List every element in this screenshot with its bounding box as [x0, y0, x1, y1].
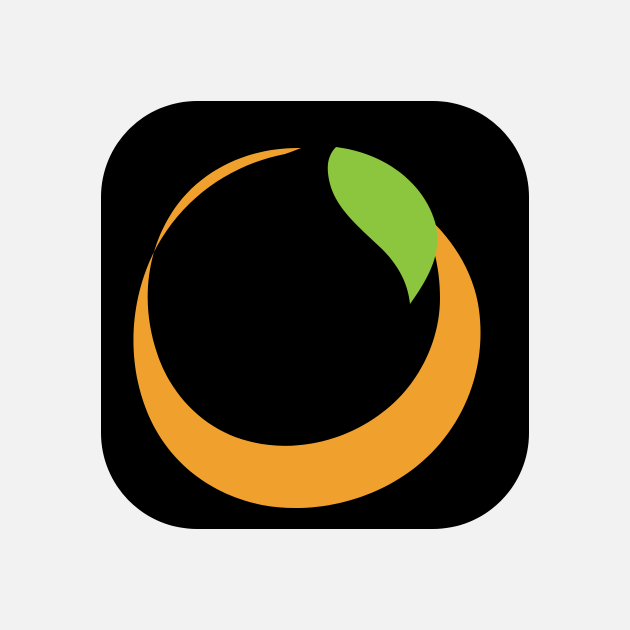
orange-with-leaf-app-icon [101, 101, 529, 529]
app-icon-tile [101, 101, 529, 529]
page-background [0, 0, 630, 630]
